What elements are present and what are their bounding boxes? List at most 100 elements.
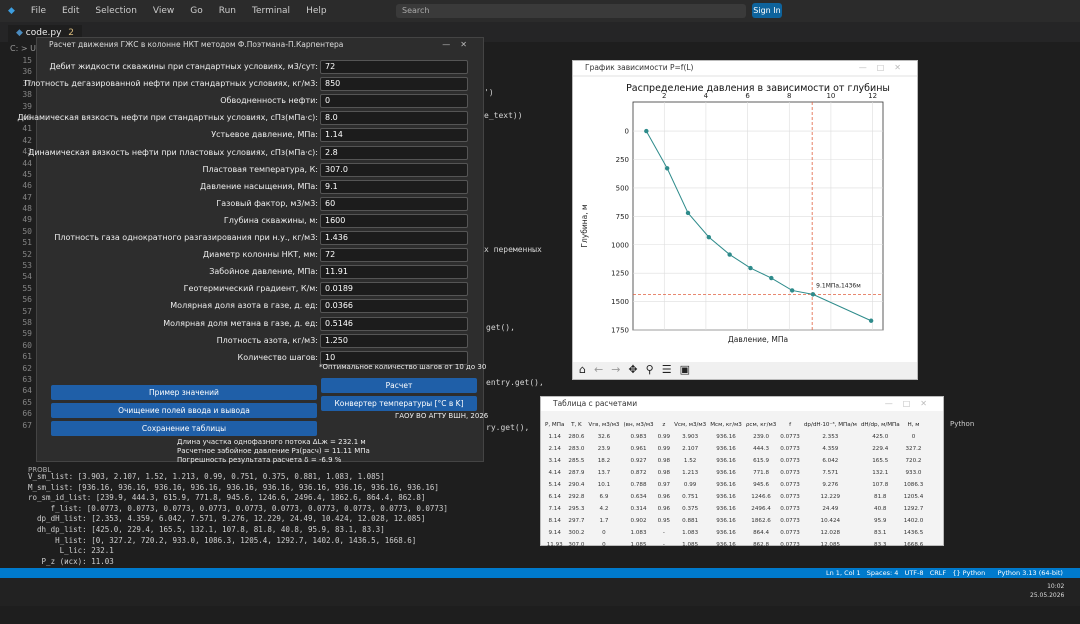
field-input[interactable]: 72 xyxy=(320,60,468,74)
table-row[interactable]: 4.14 287.9 13.7 0.872 0.98 1.213 936.16 771.8 0.… xyxy=(543,467,925,479)
y-tick-label: 1000 xyxy=(611,241,629,249)
x-tick-label: 6 xyxy=(745,92,750,100)
menu-file[interactable]: File xyxy=(23,6,54,16)
x-tick-label: 4 xyxy=(704,92,709,100)
table-cell: 1862.6 xyxy=(751,518,771,524)
table-row[interactable]: 2.14 283.0 23.9 0.961 0.99 2.107 936.16 444.3 0.… xyxy=(543,443,925,455)
pressure-depth-chart[interactable]: Распределение давления в зависимости от … xyxy=(573,77,917,362)
table-cell: 0.0773 xyxy=(780,530,800,536)
y-axis-label: Глубина, м xyxy=(580,204,589,247)
field-input[interactable]: 1.250 xyxy=(320,333,468,348)
calculate-button[interactable]: Расчет xyxy=(321,378,477,393)
table-cell: 0.983 xyxy=(630,434,647,440)
breadcrumb[interactable]: C: > U xyxy=(10,44,36,53)
table-header-cell[interactable]: T, K xyxy=(566,419,586,431)
table-header-cell[interactable]: Mсм, кг/м3 xyxy=(708,419,744,431)
zoom-icon[interactable]: ⚲ xyxy=(646,363,654,377)
table-cell: 229.4 xyxy=(872,446,889,452)
field-input[interactable]: 0 xyxy=(320,94,468,109)
python-panel-label[interactable]: Python xyxy=(950,420,974,428)
configure-icon[interactable]: ☰ xyxy=(662,363,672,377)
table-cell: 0.95 xyxy=(657,518,671,524)
search-input[interactable]: Search xyxy=(396,4,746,18)
example-values-button[interactable]: Пример значений xyxy=(51,385,317,400)
x-tick-label: 10 xyxy=(826,92,835,100)
field-input[interactable]: 1.14 xyxy=(320,128,468,143)
field-input[interactable]: 9.1 xyxy=(320,179,468,194)
terminal-line: f_list: [0.0773, 0.0773, 0.0773, 0.0773,… xyxy=(28,503,448,513)
window-controls[interactable]: —□✕ xyxy=(885,397,937,411)
field-input[interactable]: 850 xyxy=(320,77,468,92)
table-cell: 0.881 xyxy=(682,518,699,524)
status-bar-text[interactable]: Ln 1, Col 1 Spaces: 4 UTF-8 CRLF {} Pyth… xyxy=(826,568,1063,578)
table-cell: - xyxy=(662,542,665,548)
table-row[interactable]: 6.14 292.8 6.9 0.634 0.96 0.751 936.16 1246.6 0.… xyxy=(543,491,925,503)
table-row[interactable]: 3.14 285.5 18.2 0.927 0.98 1.52 936.16 615.9 0.0… xyxy=(543,455,925,467)
back-icon[interactable]: ← xyxy=(594,363,603,377)
menu-run[interactable]: Run xyxy=(211,6,244,16)
clock-date: 25.05.2026 xyxy=(1030,592,1065,599)
field-input[interactable]: 8.0 xyxy=(320,111,468,126)
field-input[interactable]: 2.8 xyxy=(320,145,468,160)
field-label: Пластовая температура, К: xyxy=(202,164,318,174)
home-icon[interactable]: ⌂ xyxy=(579,363,586,377)
field-input[interactable]: 0.0189 xyxy=(320,282,468,297)
table-row[interactable]: 7.14 295.3 4.2 0.314 0.96 0.375 936.16 2496.4 0.… xyxy=(543,503,925,515)
table-header-cell[interactable]: P, МПа xyxy=(543,419,566,431)
menu-view[interactable]: View xyxy=(145,6,182,16)
table-header-cell[interactable]: dH/dp, м/МПа xyxy=(859,419,902,431)
field-input[interactable]: 11.91 xyxy=(320,265,468,280)
table-header-cell[interactable]: ρсм, кг/м3 xyxy=(744,419,778,431)
code-fragment[interactable]: entry.get(), xyxy=(486,378,544,387)
menu-selection[interactable]: Selection xyxy=(87,6,144,16)
field-input[interactable]: 60 xyxy=(320,196,468,211)
table-header-cell[interactable]: Vсм, м3/м3 xyxy=(672,419,708,431)
table-header-cell[interactable]: H, м xyxy=(902,419,926,431)
field-input[interactable]: 0.5146 xyxy=(320,316,468,331)
table-row[interactable]: 1.14 280.6 32.6 0.983 0.99 3.903 936.16 239.0 0.… xyxy=(543,431,925,443)
table-row[interactable]: 5.14 290.4 10.1 0.788 0.97 0.99 936.16 945.6 0.0… xyxy=(543,479,925,491)
code-fragment[interactable]: e_text)) xyxy=(484,111,523,120)
table-cell: 0 xyxy=(602,530,606,536)
save-icon[interactable]: ▣ xyxy=(680,363,690,377)
menu-help[interactable]: Help xyxy=(298,6,335,16)
code-fragment[interactable]: ry.get(), xyxy=(486,423,529,432)
field-input[interactable]: 1600 xyxy=(320,213,468,228)
table-cell: 0.99 xyxy=(657,434,671,440)
table-header-cell[interactable]: dp/dH·10⁻³, МПа/м xyxy=(802,419,859,431)
temperature-converter-button[interactable]: Конвертер температуры [°C в K] xyxy=(321,396,477,411)
table-cell: 936.16 xyxy=(716,530,736,536)
sign-in-button[interactable]: Sign In xyxy=(752,3,782,18)
menu-edit[interactable]: Edit xyxy=(54,6,87,16)
table-row[interactable]: 8.14 297.7 1.7 0.902 0.95 0.881 936.16 1862.6 0.… xyxy=(543,515,925,527)
steps-hint: *Оптимальное количество шагов от 10 до 3… xyxy=(319,363,487,371)
field-input[interactable]: 1.436 xyxy=(320,231,468,245)
taskbar-clock[interactable]: 10:02 25.05.2026 xyxy=(1030,582,1064,600)
table-cell: 0.902 xyxy=(630,518,647,524)
code-fragment[interactable]: х переменных xyxy=(484,245,542,254)
data-point xyxy=(748,265,753,271)
menu-go[interactable]: Go xyxy=(182,6,210,16)
menu-terminal[interactable]: Terminal xyxy=(244,6,298,16)
line-number: 64 xyxy=(22,386,32,396)
save-table-button[interactable]: Сохранение таблицы xyxy=(51,421,317,436)
field-input[interactable]: 307.0 xyxy=(320,162,468,177)
window-controls[interactable]: —✕ xyxy=(442,38,477,52)
forward-icon[interactable]: → xyxy=(611,363,620,377)
clear-fields-button[interactable]: Очищение полей ввода и вывода xyxy=(51,403,317,418)
code-fragment[interactable]: ') xyxy=(484,88,494,97)
table-header-cell[interactable]: Vгв, м3/м3 xyxy=(586,419,621,431)
pan-icon[interactable]: ✥ xyxy=(628,363,637,377)
field-input[interactable]: 72 xyxy=(320,248,468,263)
table-row[interactable]: 9.14 300.2 0 1.083 - 1.083 936.16 864.4 0.0773 12… xyxy=(543,527,925,539)
field-input[interactable]: 0.0366 xyxy=(320,299,468,314)
form-row: Пластовая температура, К: 307.0 xyxy=(43,162,468,177)
code-fragment[interactable]: get(), xyxy=(486,323,515,332)
table-row[interactable]: 11.93 307.0 0 1.085 - 1.085 936.16 862.8 0.0773 1… xyxy=(543,539,925,551)
table-header-cell[interactable]: f xyxy=(778,419,802,431)
table-header-cell[interactable]: z xyxy=(656,419,672,431)
table-header-cell[interactable]: (вн, м3/м3 xyxy=(621,419,655,431)
window-controls[interactable]: —□✕ xyxy=(859,61,911,75)
table-cell: 32.6 xyxy=(597,434,611,440)
results-table[interactable]: P, МПа T, K Vгв, м3/м3 (вн, м3/м3 z Vсм, м3/м… xyxy=(543,419,925,551)
